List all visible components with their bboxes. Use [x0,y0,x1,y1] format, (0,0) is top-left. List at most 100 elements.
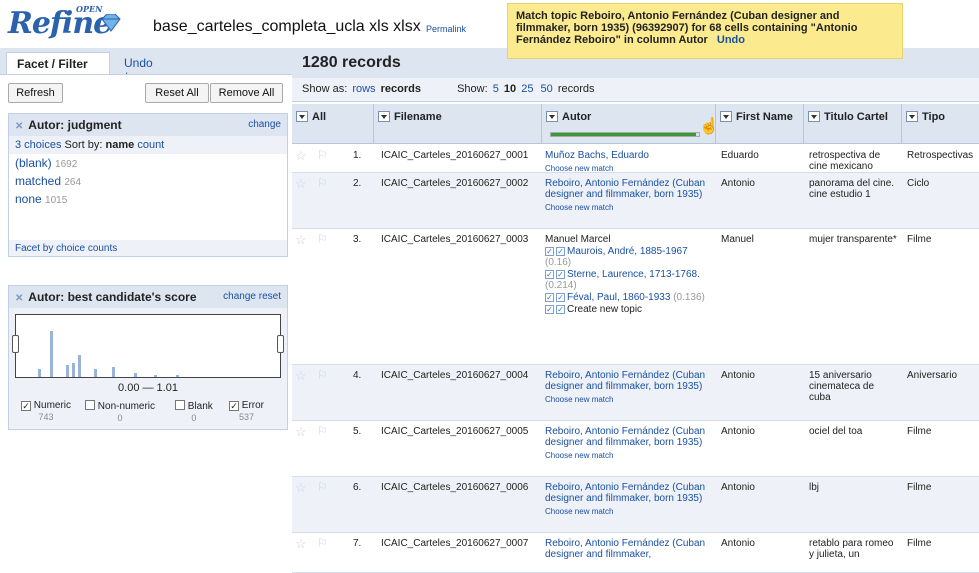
star-icon[interactable]: ☆ [292,173,314,196]
histogram-bar [112,367,115,377]
match-this-cell-icon[interactable]: ✓ [545,270,554,279]
facet-change-link[interactable]: change [248,119,281,130]
filename-cell: ICAIC_Carteles_20160627_0003 [381,234,529,245]
column-titulo-cartel[interactable]: Titulo Cartel [804,104,902,144]
column-first-name[interactable]: First Name [716,104,804,144]
page-size-25[interactable]: 25 [521,83,533,95]
column-filename[interactable]: Filename [374,104,542,144]
close-icon[interactable]: ✕ [15,121,23,132]
flag-icon[interactable]: ⚐ [314,421,336,443]
facet-change-link[interactable]: change [223,291,256,302]
numeric-checkbox[interactable]: ✓ Numeric 743 [21,400,71,422]
match-this-cell-icon[interactable]: ✓ [545,293,554,302]
match-all-cells-icon[interactable]: ✓ [556,247,565,256]
create-new-topic-link[interactable]: Create new topic [567,304,642,315]
dropdown-arrow-icon[interactable] [720,111,732,122]
row-index: 3. [353,234,362,245]
star-icon[interactable]: ☆ [292,421,314,444]
choice-label[interactable]: none [15,192,42,206]
choose-new-match-link[interactable]: Choose new match [545,202,709,213]
column-all[interactable]: All [292,104,374,144]
match-this-cell-icon[interactable]: ✓ [545,305,554,314]
dropdown-arrow-icon[interactable] [808,111,820,122]
facet-title: Autor: best candidate's score [28,290,197,304]
matched-topic-link[interactable]: Reboiro, Antonio Fernández (Cuban design… [545,426,705,448]
star-icon[interactable]: ☆ [292,229,314,252]
choices-count-link[interactable]: 3 choices [15,139,61,151]
choice-label[interactable]: matched [15,174,61,188]
blank-checkbox[interactable]: Blank 0 [175,400,213,423]
choice-label[interactable]: (blank) [15,156,52,170]
range-handle-right[interactable] [277,335,284,353]
flag-icon[interactable]: ⚐ [314,229,336,251]
range-handle-left[interactable] [12,335,19,353]
close-icon[interactable]: ✕ [15,293,23,304]
checkbox-icon[interactable]: ✓ [21,401,31,411]
page-size-50[interactable]: 50 [541,83,553,95]
column-autor[interactable]: Autor ☝ [542,104,719,144]
page-size-10[interactable]: 10 [504,83,516,95]
score-histogram[interactable] [12,314,284,378]
view-records-selected[interactable]: records [381,83,421,95]
column-tipo[interactable]: Tipo [902,104,979,144]
sort-by-name[interactable]: name [106,139,135,151]
facet-choice[interactable]: (blank) 1692 [9,154,287,172]
view-rows-link[interactable]: rows [352,83,375,95]
candidate-item: ✓ ✓ Sterne, Laurence, 1713-1768. (0.214) [545,269,709,291]
candidate-name[interactable]: Sterne, Laurence, 1713-1768. [567,269,700,280]
choose-new-match-link[interactable]: Choose new match [545,394,709,405]
facet-choice[interactable]: matched 264 [9,172,287,190]
star-icon[interactable]: ☆ [292,477,314,500]
page-size-5[interactable]: 5 [493,83,499,95]
filename-cell: ICAIC_Carteles_20160627_0007 [381,538,529,549]
checkbox-icon[interactable] [175,400,185,410]
flag-icon[interactable]: ⚐ [314,365,336,387]
project-title[interactable]: base_carteles_completa_ucla xls xlsx [153,18,421,36]
dropdown-arrow-icon[interactable] [546,111,558,122]
permalink-link[interactable]: Permalink [426,24,466,34]
matched-topic-link[interactable]: Reboiro, Antonio Fernández (Cuban design… [545,482,705,504]
match-this-cell-icon[interactable]: ✓ [545,247,554,256]
choose-new-match-link[interactable]: Choose new match [545,450,709,461]
facet-by-counts-link[interactable]: Facet by choice counts [9,240,287,256]
match-all-cells-icon[interactable]: ✓ [556,293,565,302]
non-numeric-checkbox[interactable]: Non-numeric 0 [85,400,155,423]
sort-by-count-link[interactable]: count [137,139,164,151]
error-checkbox[interactable]: ✓ Error 537 [229,400,264,422]
refresh-button[interactable]: Refresh [8,83,63,103]
facet-choice[interactable]: none 1015 [9,190,287,208]
star-icon[interactable]: ☆ [292,365,314,388]
autor-cell: Reboiro, Antonio Fernández (Cuban design… [542,365,712,410]
row-index: 1. [353,150,362,161]
dropdown-arrow-icon[interactable] [296,111,308,122]
histogram-bar [176,375,179,377]
flag-icon[interactable]: ⚐ [314,533,336,555]
dropdown-arrow-icon[interactable] [378,111,390,122]
range-label: 0.00 — 1.01 [118,382,178,394]
matched-topic-link[interactable]: Reboiro, Antonio Fernández (Cuban design… [545,370,705,392]
matched-topic-link[interactable]: Reboiro, Antonio Fernández (Cuban design… [545,538,705,560]
tab-facet-filter[interactable]: Facet / Filter [6,52,110,74]
tab-undo-redo[interactable]: Undo / Redo 42 [114,52,163,112]
facet-reset-link[interactable]: reset [259,291,281,302]
match-all-cells-icon[interactable]: ✓ [556,305,565,314]
candidate-name[interactable]: Féval, Paul, 1860-1933 [567,292,670,303]
column-label: First Name [736,111,793,123]
reset-all-button[interactable]: Reset All [145,83,209,103]
matched-topic-link[interactable]: Reboiro, Antonio Fernández (Cuban design… [545,178,705,200]
star-icon[interactable]: ☆ [292,533,314,556]
app-logo[interactable]: Refine OPEN [8,4,112,41]
checkbox-icon[interactable]: ✓ [229,401,239,411]
remove-all-button[interactable]: Remove All [210,83,283,103]
undo-link[interactable]: Undo [717,34,745,46]
choose-new-match-link[interactable]: Choose new match [545,506,709,517]
dropdown-arrow-icon[interactable] [906,111,918,122]
flag-icon[interactable]: ⚐ [314,173,336,195]
flag-icon[interactable]: ⚐ [314,477,336,499]
star-icon[interactable]: ☆ [292,145,314,168]
candidate-name[interactable]: Maurois, André, 1885-1967 [567,246,688,257]
matched-topic-link[interactable]: Muñoz Bachs, Eduardo [545,150,649,161]
checkbox-icon[interactable] [85,400,95,410]
match-all-cells-icon[interactable]: ✓ [556,270,565,279]
flag-icon[interactable]: ⚐ [314,145,336,167]
